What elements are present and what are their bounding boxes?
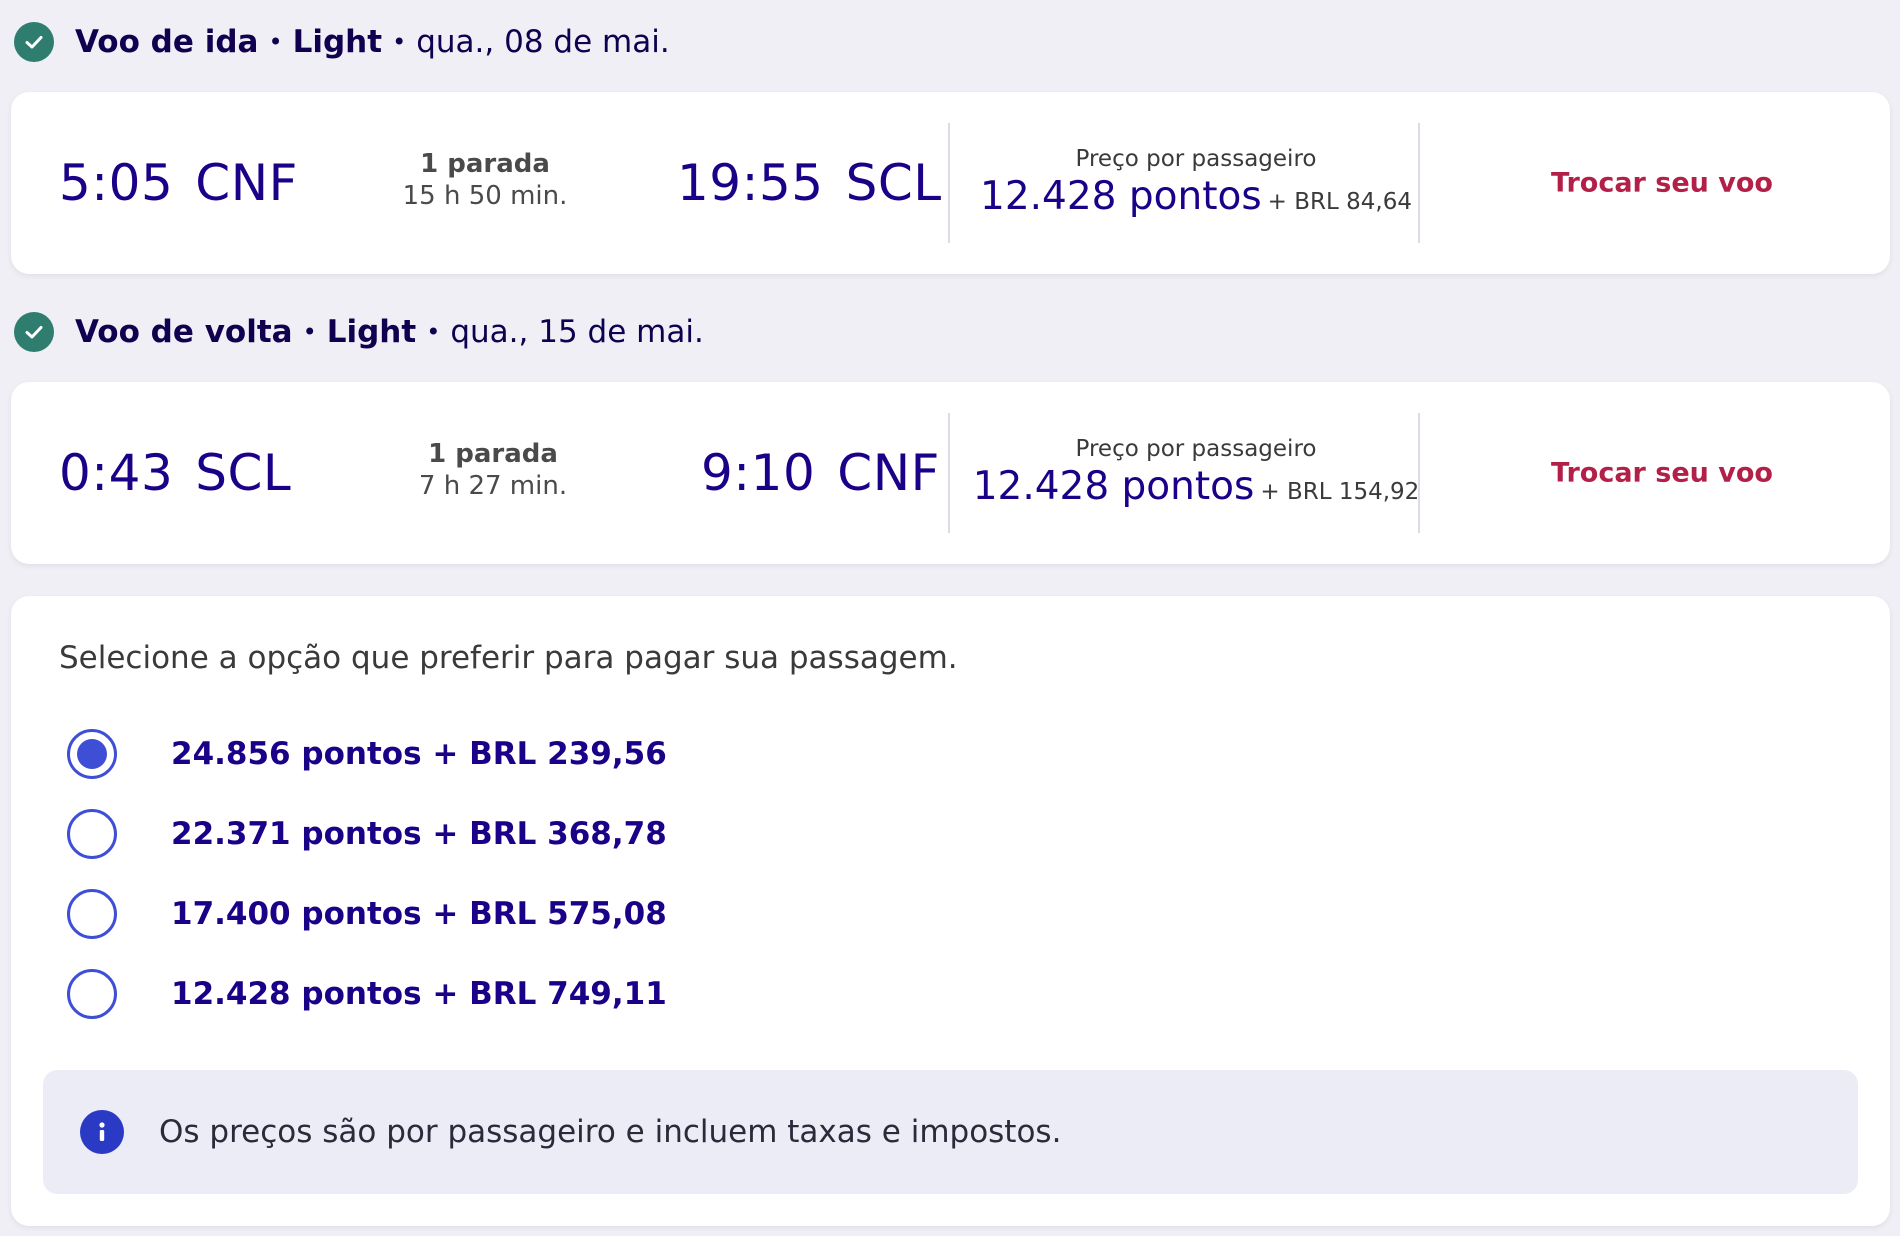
price-extra: + BRL 154,92 bbox=[1260, 479, 1420, 505]
card-divider bbox=[948, 123, 950, 243]
price-label: Preço por passageiro bbox=[1075, 436, 1317, 462]
return-flight-card: 0:43 SCL 1 parada 7 h 27 min. 9:10 CNF Pre… bbox=[11, 382, 1890, 564]
outbound-arrival: 19:55 SCL bbox=[677, 154, 942, 212]
return-fare: Light bbox=[326, 314, 417, 350]
flight-duration: 15 h 50 min. bbox=[402, 181, 568, 211]
arrival-time: 19:55 bbox=[677, 154, 824, 212]
price-points: 12.428 pontos bbox=[980, 174, 1262, 219]
change-outbound-flight-link[interactable]: Trocar seu voo bbox=[1551, 168, 1773, 199]
info-notice: Os preços são por passageiro e incluem t… bbox=[43, 1070, 1858, 1194]
price-value: 12.428 pontos + BRL 154,92 bbox=[962, 464, 1430, 515]
outbound-price: Preço por passageiro 12.428 pontos + BRL … bbox=[962, 144, 1430, 225]
radio-button[interactable] bbox=[67, 969, 117, 1019]
card-divider bbox=[1418, 413, 1420, 533]
info-text: Os preços são por passageiro e incluem t… bbox=[159, 1114, 1062, 1150]
outbound-departure: 5:05 CNF bbox=[59, 154, 298, 212]
return-price: Preço por passageiro 12.428 pontos + BRL … bbox=[962, 434, 1430, 515]
radio-button[interactable] bbox=[67, 729, 117, 779]
payment-option-2[interactable]: 22.371 pontos + BRL 368,78 bbox=[67, 804, 667, 864]
header-separator: • bbox=[392, 28, 407, 56]
payment-option-label[interactable]: 12.428 pontos + BRL 749,11 bbox=[171, 976, 667, 1012]
departure-airport-code: SCL bbox=[195, 444, 292, 502]
departure-airport-code: CNF bbox=[195, 154, 298, 212]
header-separator: • bbox=[426, 318, 441, 346]
payment-option-label[interactable]: 24.856 pontos + BRL 239,56 bbox=[171, 736, 667, 772]
payment-option-1[interactable]: 24.856 pontos + BRL 239,56 bbox=[67, 724, 667, 784]
price-points: 12.428 pontos bbox=[972, 464, 1255, 509]
card-divider bbox=[1418, 123, 1420, 243]
payment-option-label[interactable]: 17.400 pontos + BRL 575,08 bbox=[171, 896, 667, 932]
arrival-airport-code: CNF bbox=[837, 444, 940, 502]
change-return-flight-link[interactable]: Trocar seu voo bbox=[1551, 458, 1773, 489]
flight-duration: 7 h 27 min. bbox=[418, 471, 568, 501]
payment-option-label[interactable]: 22.371 pontos + BRL 368,78 bbox=[171, 816, 667, 852]
departure-time: 0:43 bbox=[59, 444, 174, 502]
radio-selected-dot bbox=[77, 739, 107, 769]
outbound-fare: Light bbox=[292, 24, 383, 60]
payment-options-card: Selecione a opção que preferir para paga… bbox=[11, 596, 1890, 1226]
card-divider bbox=[948, 413, 950, 533]
return-date: qua., 15 de mai. bbox=[450, 314, 704, 350]
return-stops-info: 1 parada 7 h 27 min. bbox=[393, 438, 593, 502]
outbound-flight-card: 5:05 CNF 1 parada 15 h 50 min. 19:55 SCL P… bbox=[11, 92, 1890, 274]
payment-option-4[interactable]: 12.428 pontos + BRL 749,11 bbox=[67, 964, 667, 1024]
price-extra: + BRL 84,64 bbox=[1267, 189, 1412, 215]
return-departure: 0:43 SCL bbox=[59, 444, 291, 502]
radio-button[interactable] bbox=[67, 809, 117, 859]
outbound-header: Voo de ida • Light • qua., 08 de mai. bbox=[14, 20, 670, 64]
departure-time: 5:05 bbox=[59, 154, 174, 212]
outbound-date: qua., 08 de mai. bbox=[416, 24, 670, 60]
return-header-label: Voo de volta bbox=[75, 314, 293, 350]
info-icon bbox=[80, 1110, 124, 1154]
stops-count: 1 parada bbox=[420, 149, 550, 179]
flight-summary-page: Voo de ida • Light • qua., 08 de mai. 5:… bbox=[0, 0, 1900, 1236]
price-value: 12.428 pontos + BRL 84,64 bbox=[962, 174, 1430, 225]
header-separator: • bbox=[268, 28, 283, 56]
return-arrival: 9:10 CNF bbox=[701, 444, 940, 502]
arrival-airport-code: SCL bbox=[845, 154, 942, 212]
outbound-header-label: Voo de ida bbox=[75, 24, 259, 60]
check-circle-icon bbox=[14, 22, 54, 62]
outbound-stops-info: 1 parada 15 h 50 min. bbox=[385, 148, 585, 212]
check-circle-icon bbox=[14, 312, 54, 352]
price-label: Preço por passageiro bbox=[1075, 146, 1317, 172]
header-separator: • bbox=[302, 318, 317, 346]
return-header: Voo de volta • Light • qua., 15 de mai. bbox=[14, 310, 704, 354]
arrival-time: 9:10 bbox=[701, 444, 816, 502]
stops-count: 1 parada bbox=[428, 439, 558, 469]
radio-button[interactable] bbox=[67, 889, 117, 939]
payment-option-3[interactable]: 17.400 pontos + BRL 575,08 bbox=[67, 884, 667, 944]
payment-prompt: Selecione a opção que preferir para paga… bbox=[59, 640, 958, 676]
